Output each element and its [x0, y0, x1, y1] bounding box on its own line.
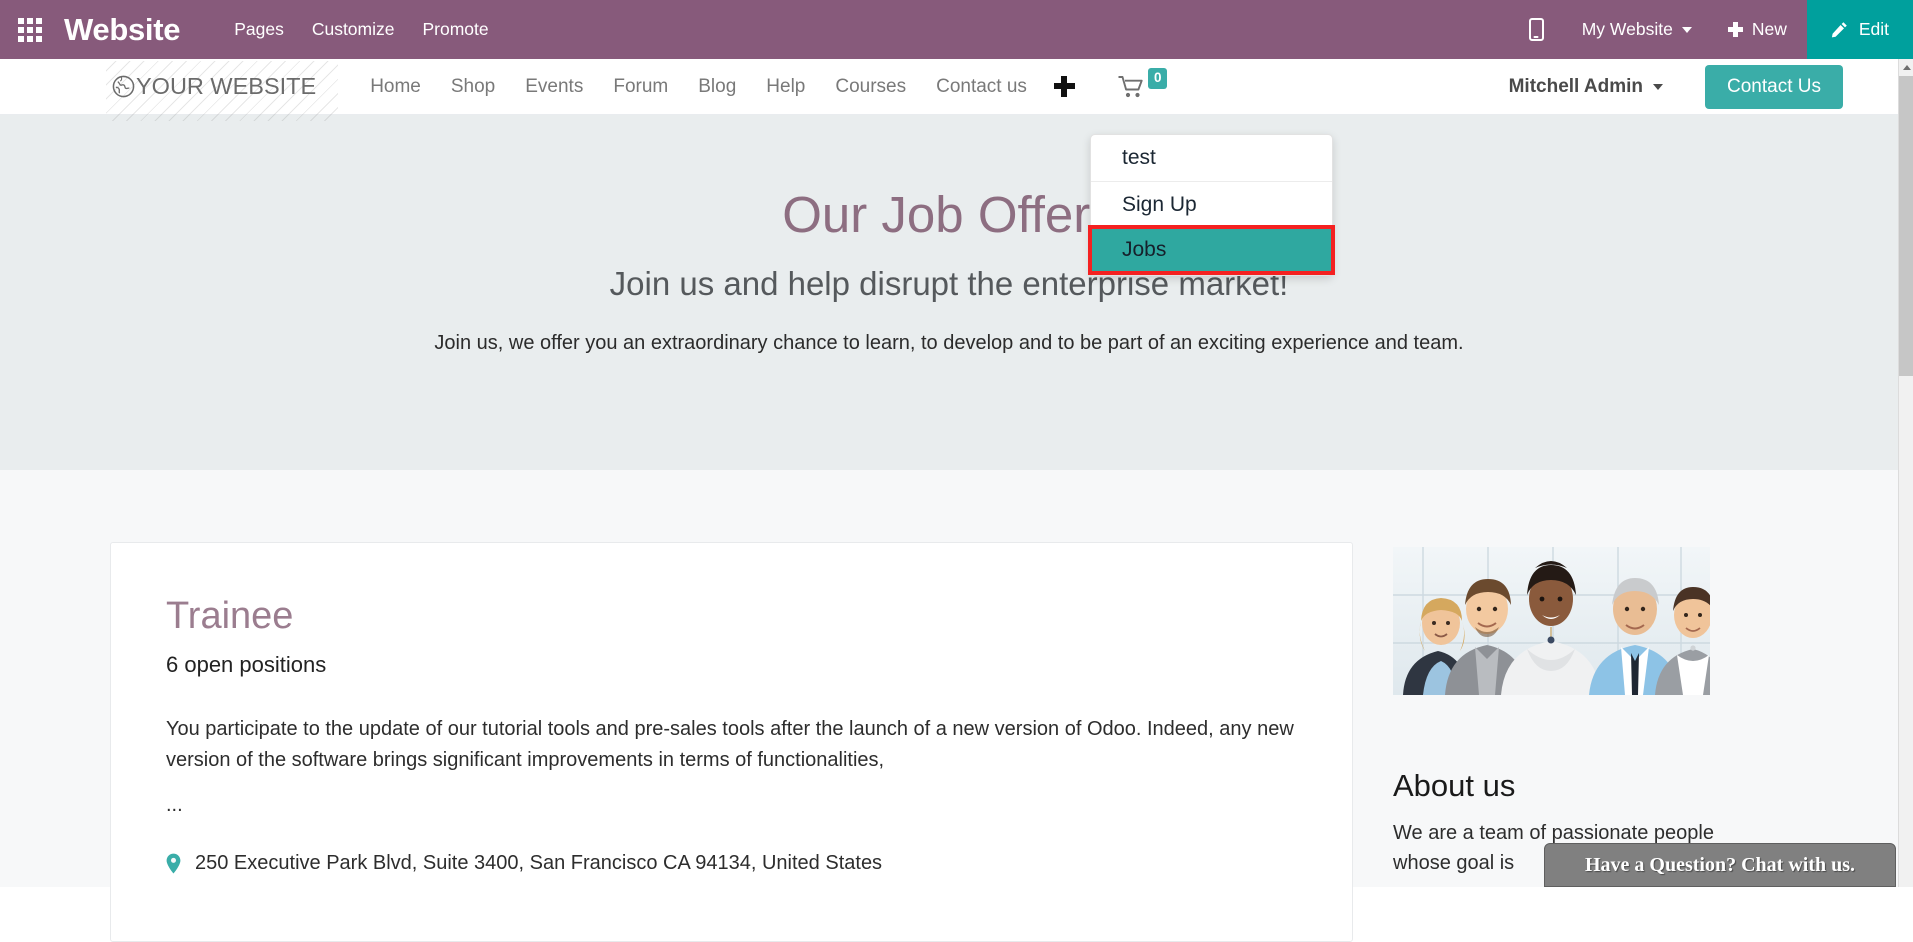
hero-description: Join us, we offer you an extraordinary c…: [0, 332, 1898, 355]
add-nav-item-button[interactable]: [1054, 76, 1075, 97]
website-selector-label: My Website: [1582, 19, 1673, 40]
edit-button[interactable]: Edit: [1807, 0, 1913, 59]
website-nav: Home Shop Events Forum Blog Help Courses…: [355, 59, 1167, 115]
user-menu-button[interactable]: Mitchell Admin: [1509, 76, 1663, 98]
hero-section: Our Job Offers Join us and help disrupt …: [0, 115, 1898, 470]
apps-grid-icon[interactable]: [0, 0, 60, 59]
dropdown-item-jobs[interactable]: Jobs: [1091, 228, 1332, 272]
shopping-cart-icon: [1118, 75, 1145, 99]
page-scrollbar[interactable]: [1898, 59, 1913, 887]
about-us-title: About us: [1393, 768, 1515, 804]
plus-icon: [1054, 76, 1075, 97]
nav-item-shop[interactable]: Shop: [436, 59, 510, 115]
globe-icon: [112, 75, 135, 98]
nav-item-events[interactable]: Events: [510, 59, 598, 115]
user-name-label: Mitchell Admin: [1509, 76, 1643, 98]
team-photo: [1393, 547, 1710, 695]
new-button[interactable]: New: [1708, 0, 1807, 59]
nav-item-forum[interactable]: Forum: [598, 59, 683, 115]
hero-subtitle: Join us and help disrupt the enterprise …: [0, 265, 1898, 303]
pencil-icon: [1831, 21, 1848, 38]
live-chat-button[interactable]: Have a Question? Chat with us.: [1544, 843, 1896, 887]
job-address-row: 250 Executive Park Blvd, Suite 3400, San…: [166, 852, 1297, 875]
nav-item-blog[interactable]: Blog: [683, 59, 751, 115]
chevron-up-icon[interactable]: [1899, 59, 1913, 76]
chevron-down-icon: [1653, 84, 1663, 90]
odoo-top-bar: Website Pages Customize Promote My Websi…: [0, 0, 1913, 59]
cart-count-badge: 0: [1148, 68, 1168, 88]
topbar-menu-promote[interactable]: Promote: [409, 0, 503, 59]
site-logo[interactable]: YOUR WEBSITE: [110, 69, 318, 104]
dropdown-item-sign-up[interactable]: Sign Up: [1091, 182, 1332, 228]
shopping-cart-button[interactable]: 0: [1118, 75, 1168, 99]
app-brand-title[interactable]: Website: [64, 12, 180, 48]
header-right-group: Mitchell Admin Contact Us: [1509, 65, 1843, 109]
apps-grid-dots: [18, 18, 42, 42]
job-open-positions: 6 open positions: [166, 652, 1297, 678]
job-title[interactable]: Trainee: [166, 595, 1297, 638]
edit-button-label: Edit: [1859, 19, 1889, 40]
scrollbar-thumb[interactable]: [1899, 76, 1913, 376]
map-pin-icon: [166, 853, 181, 874]
page-title: Our Job Offers: [0, 185, 1898, 244]
topbar-right-group: My Website New Edit: [1507, 0, 1913, 59]
mobile-preview-button[interactable]: [1507, 0, 1566, 59]
website-header: YOUR WEBSITE Home Shop Events Forum Blog…: [0, 59, 1898, 115]
topbar-menu-customize[interactable]: Customize: [298, 0, 409, 59]
nav-item-courses[interactable]: Courses: [820, 59, 921, 115]
website-selector-button[interactable]: My Website: [1566, 0, 1708, 59]
topbar-menu-pages[interactable]: Pages: [220, 0, 298, 59]
job-offer-card[interactable]: Trainee 6 open positions You participate…: [110, 542, 1353, 942]
contact-us-button[interactable]: Contact Us: [1705, 65, 1843, 109]
mobile-phone-icon: [1529, 18, 1544, 41]
nav-item-home[interactable]: Home: [355, 59, 436, 115]
job-address-text: 250 Executive Park Blvd, Suite 3400, San…: [195, 852, 882, 875]
plus-icon: [1728, 22, 1743, 37]
dropdown-item-test[interactable]: test: [1091, 135, 1332, 181]
job-description-ellipsis: ...: [166, 794, 1297, 817]
site-logo-text: YOUR WEBSITE: [136, 73, 316, 100]
new-button-label: New: [1752, 19, 1787, 40]
nav-item-contact-us[interactable]: Contact us: [921, 59, 1042, 115]
nav-dropdown-menu: test Sign Up Jobs: [1090, 134, 1333, 276]
chevron-down-icon: [1682, 27, 1692, 33]
nav-item-help[interactable]: Help: [751, 59, 820, 115]
job-description: You participate to the update of our tut…: [166, 714, 1297, 776]
